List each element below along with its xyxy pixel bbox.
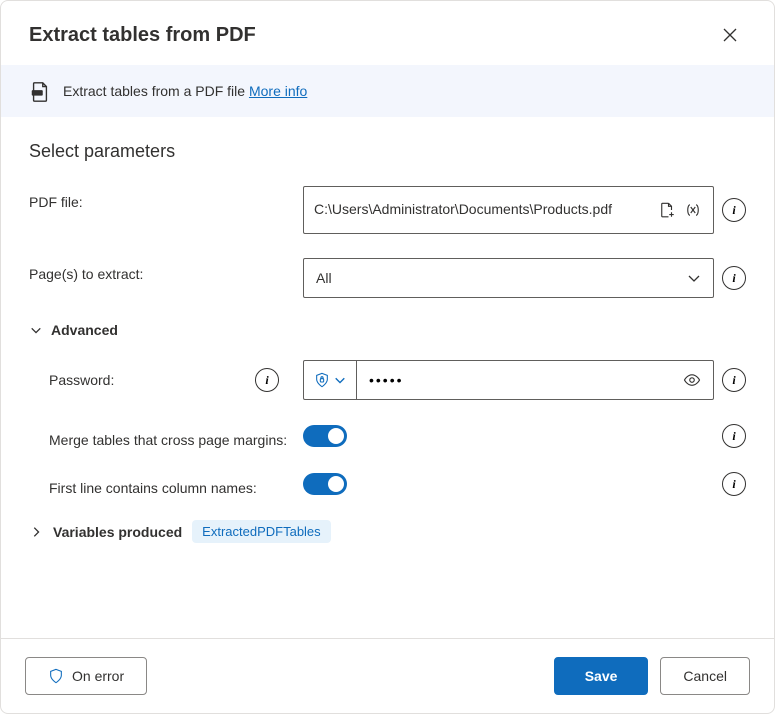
pdf-icon: PDF	[29, 81, 49, 101]
eye-icon	[683, 371, 701, 389]
section-title: Select parameters	[29, 141, 746, 162]
info-button-merge[interactable]: i	[722, 424, 746, 448]
dialog: Extract tables from PDF PDF Extract tabl…	[0, 0, 775, 714]
pages-value: All	[316, 270, 332, 286]
password-reveal-button[interactable]	[671, 361, 713, 399]
banner-text: Extract tables from a PDF file More info	[63, 83, 307, 99]
pdf-file-value: C:\Users\Administrator\Documents\Product…	[314, 200, 649, 220]
info-button-password-left[interactable]: i	[255, 368, 279, 392]
merge-toggle[interactable]	[303, 425, 347, 447]
row-pdf-file: PDF file: C:\Users\Administrator\Documen…	[29, 186, 746, 234]
password-label: Password:	[49, 372, 114, 388]
variable-badge[interactable]: ExtractedPDFTables	[192, 520, 331, 543]
on-error-label: On error	[72, 668, 124, 684]
variable-icon[interactable]	[683, 200, 703, 220]
chevron-down-icon	[29, 323, 43, 337]
password-mode-button[interactable]	[304, 361, 357, 399]
close-icon	[723, 28, 737, 42]
pdf-file-label: PDF file:	[29, 186, 291, 210]
variables-row: Variables produced ExtractedPDFTables	[29, 520, 746, 543]
cancel-button[interactable]: Cancel	[660, 657, 750, 695]
shield-lock-icon	[314, 372, 330, 388]
row-password: Password: i	[49, 360, 746, 400]
row-merge: Merge tables that cross page margins: i	[49, 424, 746, 448]
shield-icon	[48, 668, 64, 684]
banner-description: Extract tables from a PDF file	[63, 83, 245, 99]
first-line-toggle[interactable]	[303, 473, 347, 495]
info-button-pdf-file[interactable]: i	[722, 198, 746, 222]
password-input[interactable]	[357, 361, 671, 399]
password-input-wrap	[303, 360, 714, 400]
chevron-down-icon	[687, 271, 701, 285]
variables-label: Variables produced	[53, 524, 182, 540]
svg-text:PDF: PDF	[33, 91, 41, 95]
chevron-right-icon[interactable]	[29, 525, 43, 539]
close-button[interactable]	[714, 19, 746, 51]
dialog-footer: On error Save Cancel	[1, 638, 774, 713]
pdf-file-input[interactable]: C:\Users\Administrator\Documents\Product…	[303, 186, 714, 234]
on-error-button[interactable]: On error	[25, 657, 147, 695]
advanced-label: Advanced	[51, 322, 118, 338]
chevron-down-icon	[334, 374, 346, 386]
advanced-section: Password: i	[29, 360, 746, 496]
row-first-line: First line contains column names: i	[49, 472, 746, 496]
save-button[interactable]: Save	[554, 657, 649, 695]
more-info-link[interactable]: More info	[249, 83, 307, 99]
dialog-content: Select parameters PDF file: C:\Users\Adm…	[1, 117, 774, 638]
advanced-expander[interactable]: Advanced	[29, 322, 746, 338]
first-line-label: First line contains column names:	[49, 472, 291, 496]
info-button-first-line[interactable]: i	[722, 472, 746, 496]
row-pages: Page(s) to extract: All i	[29, 258, 746, 298]
info-button-password[interactable]: i	[722, 368, 746, 392]
info-banner: PDF Extract tables from a PDF file More …	[1, 65, 774, 117]
dialog-title: Extract tables from PDF	[29, 24, 256, 47]
file-picker-icon[interactable]	[657, 200, 677, 220]
info-button-pages[interactable]: i	[722, 266, 746, 290]
dialog-header: Extract tables from PDF	[1, 1, 774, 65]
merge-label: Merge tables that cross page margins:	[49, 424, 291, 448]
pages-label: Page(s) to extract:	[29, 258, 291, 282]
pages-select[interactable]: All	[303, 258, 714, 298]
